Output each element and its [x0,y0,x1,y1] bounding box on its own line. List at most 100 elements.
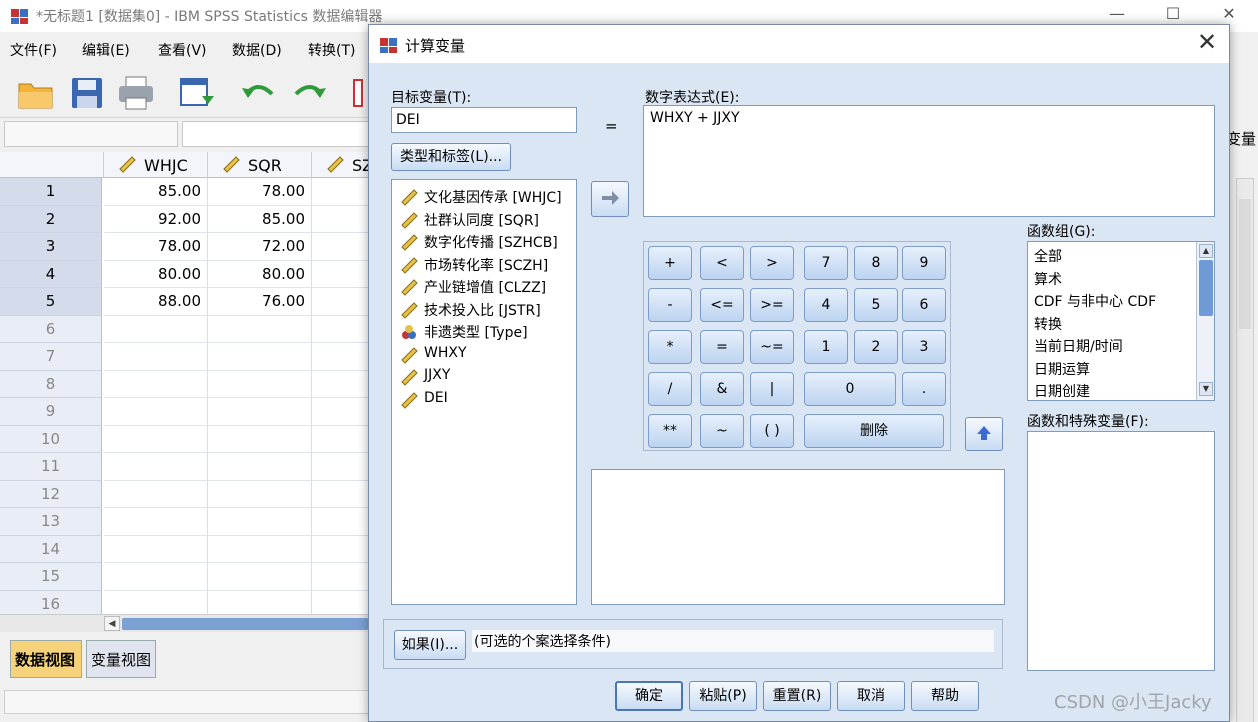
menu-data[interactable]: 数据(D) [232,40,282,60]
functions-special-variables-list[interactable] [1027,431,1215,671]
grid-cell[interactable] [312,261,370,288]
grid-cell[interactable] [104,453,208,481]
keypad-button[interactable]: >= [750,288,794,322]
keypad-button[interactable]: 0 [804,372,896,406]
function-group-item[interactable]: CDF 与非中心 CDF [1034,291,1156,311]
keypad-button[interactable]: * [648,330,692,364]
reset-button[interactable]: 重置(R) [763,681,831,711]
grid-cell[interactable] [312,371,370,398]
row-header[interactable]: 14 [0,535,102,563]
ok-button[interactable]: 确定 [615,681,683,711]
keypad-button[interactable]: 3 [902,330,946,364]
keypad-button[interactable]: 6 [902,288,946,322]
grid-cell[interactable] [208,480,312,508]
keypad-button[interactable]: 4 [804,288,848,322]
keypad-button[interactable]: <= [700,288,744,322]
move-function-up-button[interactable] [965,417,1003,451]
keypad-button[interactable]: 5 [854,288,898,322]
row-header[interactable]: 8 [0,370,102,398]
scroll-thumb[interactable] [1239,199,1251,329]
row-header[interactable]: 13 [0,508,102,536]
menu-edit[interactable]: 编辑(E) [82,40,130,60]
grid-cell[interactable]: 88.00 [104,288,208,316]
horizontal-scrollbar[interactable]: ◀ [0,614,370,632]
grid-cell[interactable] [312,398,370,426]
grid-cell[interactable] [104,315,208,343]
grid-cell[interactable]: 85.00 [208,205,312,233]
function-group-item[interactable]: 全部 [1034,246,1062,266]
grid-cell[interactable] [312,178,370,206]
keypad-button[interactable]: = [700,330,744,364]
grid-cell[interactable] [104,535,208,563]
grid-cell[interactable]: 78.00 [104,233,208,261]
function-group-list[interactable]: 日期创建 日期运算 当前日期/时间 转换 CDF 与非中心 CDF 算术 全部 ▲ ▼ [1027,241,1215,401]
help-button[interactable]: 帮助 [911,681,979,711]
keypad-button[interactable]: 删除 [804,414,944,448]
open-folder-icon[interactable] [16,74,56,112]
menu-file[interactable]: 文件(F) [10,40,57,60]
keypad-button[interactable]: 9 [902,246,946,280]
grid-cell[interactable]: 85.00 [104,178,208,206]
keypad-button[interactable]: + [648,246,692,280]
column-header-sqr[interactable]: SQR [208,152,312,178]
grid-cell[interactable] [208,563,312,591]
grid-cell[interactable] [312,563,370,591]
keypad-button[interactable]: 2 [854,330,898,364]
cancel-button[interactable]: 取消 [837,681,905,711]
cell-reference-field[interactable] [4,121,178,147]
keypad-button[interactable]: 1 [804,330,848,364]
grid-cell[interactable] [208,453,312,481]
grid-cell[interactable] [208,398,312,426]
row-header[interactable]: 2 [0,205,102,233]
keypad-button[interactable]: 8 [854,246,898,280]
keypad-button[interactable]: ~= [750,330,794,364]
function-group-item[interactable]: 算术 [1034,269,1062,289]
grid-cell[interactable] [104,508,208,536]
row-header[interactable]: 9 [0,398,102,426]
grid-cell[interactable] [104,343,208,371]
row-header[interactable]: 15 [0,563,102,591]
grid-cell[interactable] [104,590,208,614]
scroll-thumb[interactable] [122,618,368,630]
variable-list[interactable]: 文化基因传承 [WHJC] 社群认同度 [SQR] 数字化传播 [SZHCB] 市场转… [391,179,577,605]
grid-cell[interactable] [312,591,370,615]
menu-transform[interactable]: 转换(T) [308,40,355,60]
grid-cell[interactable]: 80.00 [208,260,312,288]
column-header-sz[interactable]: SZ [312,152,370,178]
keypad-button[interactable]: ** [648,414,692,448]
grid-cell[interactable] [312,316,370,343]
move-to-expression-button[interactable] [591,181,629,217]
function-group-item[interactable]: 日期运算 [1034,359,1090,379]
keypad-button[interactable]: | [750,372,794,406]
undo-icon[interactable] [238,74,278,112]
type-and-label-button[interactable]: 类型和标签(L)... [391,143,511,171]
grid-cell[interactable] [104,398,208,426]
numeric-expression-field[interactable]: WHXY + JJXY [643,105,1215,217]
grid-cell[interactable] [208,535,312,563]
grid-cell[interactable] [312,508,370,536]
grid-cell[interactable] [312,453,370,481]
grid-cell[interactable] [208,370,312,398]
keypad-button[interactable]: ~ [700,414,744,448]
row-header[interactable]: 11 [0,453,102,481]
row-header[interactable]: 4 [0,260,102,288]
scroll-left-icon[interactable]: ◀ [104,616,120,631]
scroll-thumb[interactable] [1199,260,1213,316]
row-header[interactable]: 1 [0,178,102,206]
keypad-button[interactable]: < [700,246,744,280]
grid-cell[interactable] [208,590,312,614]
row-header[interactable]: 5 [0,288,102,316]
keypad-button[interactable]: - [648,288,692,322]
grid-cell[interactable] [312,206,370,233]
keypad-button[interactable]: . [902,372,946,406]
row-header[interactable]: 6 [0,315,102,343]
column-header-whjc[interactable]: WHJC [104,152,208,178]
tab-variable-view[interactable]: 变量视图 [86,640,156,678]
grid-cell[interactable] [104,370,208,398]
grid-cell[interactable] [104,563,208,591]
grid-cell[interactable]: 76.00 [208,288,312,316]
if-button[interactable]: 如果(I)... [394,630,466,660]
keypad-button[interactable]: / [648,372,692,406]
function-group-item[interactable]: 日期创建 [1034,381,1090,400]
grid-cell[interactable]: 80.00 [104,260,208,288]
